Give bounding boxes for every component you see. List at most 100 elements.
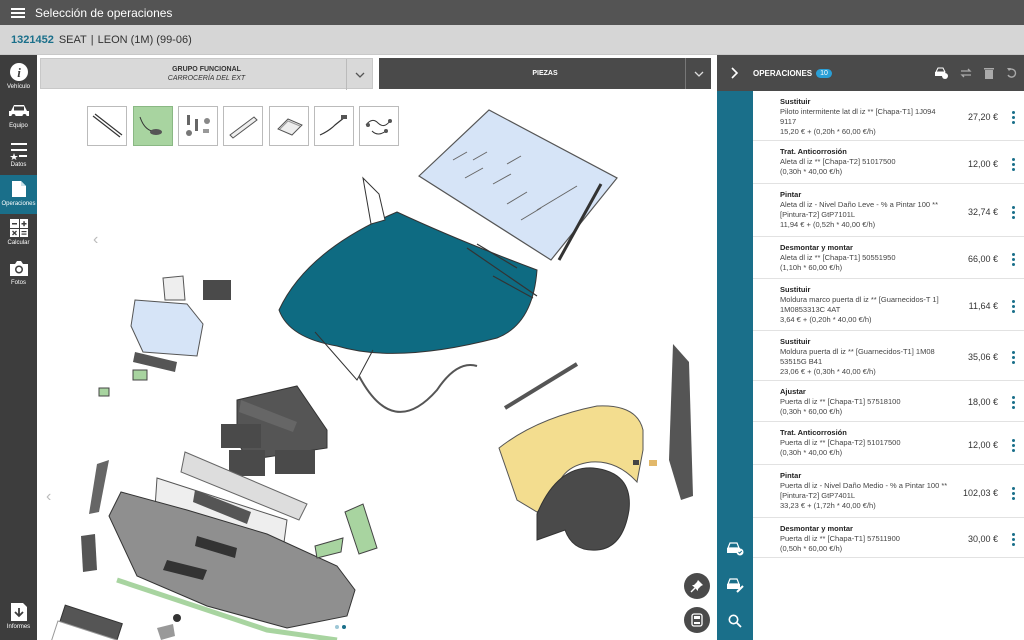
operation-calc: (0,30h * 40,00 €/h) (780, 167, 843, 176)
more-options-icon[interactable] (1010, 487, 1016, 500)
operation-desc: Puerta dl iz ** [Chapa-T2] 51017500 (780, 438, 901, 447)
camera-icon (9, 261, 28, 276)
headlight-part[interactable] (130, 299, 204, 357)
trash-icon[interactable] (984, 67, 994, 79)
operation-type: Sustituir (780, 97, 811, 106)
more-options-icon[interactable] (1010, 158, 1016, 171)
car-tools-icon (727, 578, 744, 593)
pin-icon (690, 580, 703, 593)
operations-header: OPERACIONES 10 (717, 55, 1024, 91)
nav-item-equipo[interactable]: Equipo (0, 97, 37, 136)
grupo-value: CARROCERÍA DEL EXT (167, 74, 246, 82)
operation-item[interactable]: Pintar Aleta dl iz - Nivel Daño Leve - % … (753, 184, 1024, 237)
car-tools-button[interactable] (725, 575, 745, 595)
chevron-down-icon[interactable] (685, 58, 711, 89)
operation-type: Desmontar y montar (780, 524, 853, 533)
page-title: Selección de operaciones (35, 5, 173, 20)
operation-type: Ajustar (780, 387, 806, 396)
operation-desc: Moldura puerta dl iz ** [Guarnecidos-T1]… (780, 347, 935, 366)
car-icon (8, 105, 29, 118)
left-nav: i Vehículo Equipo Datos Operaciones Calc… (0, 55, 37, 640)
more-options-icon[interactable] (1010, 351, 1016, 364)
page-dots[interactable] (335, 625, 346, 629)
chevron-down-icon[interactable] (346, 59, 372, 90)
parts-diagram[interactable] (37, 100, 717, 640)
list-star-icon (9, 143, 27, 160)
operation-desc: Puerta dl iz - Nivel Daño Medio - % a Pi… (780, 481, 948, 500)
operation-type: Pintar (780, 471, 802, 480)
nav-item-calcular[interactable]: Calcular (0, 214, 37, 253)
hamburger-menu-icon[interactable] (11, 7, 25, 18)
more-options-icon[interactable] (1010, 111, 1016, 124)
operation-item[interactable]: Desmontar y montar Aleta dl iz ** [Chapa-… (753, 237, 1024, 279)
operation-type: Sustituir (780, 337, 811, 346)
operation-item[interactable]: Sustituir Moldura marco puerta dl iz ** [… (753, 279, 1024, 331)
page-dot-active[interactable] (342, 625, 346, 629)
nav-item-datos[interactable]: Datos (0, 136, 37, 175)
grupo-funcional-dropdown[interactable]: GRUPO FUNCIONAL CARROCERÍA DEL EXT (40, 58, 373, 90)
operation-price: 18,00 € (967, 397, 998, 407)
operation-item[interactable]: Ajustar Puerta dl iz ** [Chapa-T1] 575181… (753, 381, 1024, 422)
operation-item[interactable]: Desmontar y montar Puerta dl iz ** [Chapa… (753, 518, 1024, 558)
more-options-icon[interactable] (1010, 206, 1016, 219)
operation-item[interactable]: Trat. Anticorrosión Puerta dl iz ** [Chap… (753, 422, 1024, 465)
operation-desc: Aleta dl iz ** [Chapa-T2] 51017500 (780, 157, 896, 166)
operation-desc: Aleta dl iz - Nivel Daño Leve - % a Pint… (780, 200, 938, 219)
page-dot[interactable] (335, 625, 339, 629)
more-options-icon[interactable] (1010, 533, 1016, 546)
operation-type: Pintar (780, 190, 802, 199)
pin-button[interactable] (684, 573, 710, 599)
piezas-label: PIEZAS (532, 70, 558, 77)
nav-item-fotos[interactable]: Fotos (0, 254, 37, 293)
nav-label: Vehículo (6, 84, 31, 90)
operation-item[interactable]: Pintar Puerta dl iz - Nivel Daño Medio - … (753, 465, 1024, 518)
view-car-button[interactable] (684, 607, 710, 633)
grupo-label: GRUPO FUNCIONAL (172, 65, 241, 73)
operation-calc: (1,10h * 60,00 €/h) (780, 263, 843, 272)
operations-count-badge: 10 (816, 68, 832, 78)
car-check-icon (727, 542, 744, 556)
operation-type: Trat. Anticorrosión (780, 147, 847, 156)
operation-calc: (0,30h * 60,00 €/h) (780, 407, 843, 416)
operation-calc: 23,06 € + (0,30h * 40,00 €/h) (780, 367, 876, 376)
operation-item[interactable]: Sustituir Moldura puerta dl iz ** [Guarne… (753, 331, 1024, 381)
undo-icon[interactable] (1006, 67, 1018, 79)
operation-desc: Moldura marco puerta dl iz ** [Guarnecid… (780, 295, 939, 314)
more-options-icon[interactable] (1010, 439, 1016, 452)
operation-price: 32,74 € (967, 207, 998, 217)
more-options-icon[interactable] (1010, 300, 1016, 313)
nav-label: Equipo (9, 123, 28, 129)
hood-part[interactable] (278, 211, 538, 354)
nav-item-vehiculo[interactable]: i Vehículo (0, 58, 37, 97)
search-icon (728, 614, 742, 628)
search-button[interactable] (725, 611, 745, 631)
nav-item-operaciones[interactable]: Operaciones (0, 175, 37, 214)
car-check-button[interactable] (725, 539, 745, 559)
nav-label: Operaciones (1, 201, 36, 207)
operation-item[interactable]: Trat. Anticorrosión Aleta dl iz ** [Chapa… (753, 141, 1024, 184)
more-options-icon[interactable] (1010, 396, 1016, 409)
operation-desc: Puerta dl iz ** [Chapa-T1] 57511900 (780, 534, 900, 543)
operation-price: 12,00 € (967, 440, 998, 450)
piezas-dropdown[interactable]: PIEZAS (379, 58, 711, 89)
operation-desc: Aleta dl iz ** [Chapa-T1] 50551950 (780, 253, 896, 262)
operation-calc: 15,20 € + (0,20h * 60,00 €/h) (780, 127, 876, 136)
collapse-chevron-icon[interactable] (717, 67, 753, 79)
nav-item-informes[interactable]: Informes (0, 598, 37, 637)
operation-desc: Piloto intermitente lat dl iz ** [Chapa-… (780, 107, 936, 126)
operation-calc: (0,30h * 40,00 €/h) (780, 448, 843, 457)
transfer-icon[interactable] (960, 67, 972, 79)
vehicle-make: SEAT (58, 33, 87, 46)
svg-text:i: i (17, 65, 21, 80)
operation-item[interactable]: Sustituir Piloto intermitente lat dl iz *… (753, 91, 1024, 141)
car-clock-icon[interactable] (934, 67, 948, 79)
vehicle-code[interactable]: 1321452 (11, 34, 54, 46)
operation-price: 35,06 € (967, 352, 998, 362)
operation-type: Trat. Anticorrosión (780, 428, 847, 437)
more-options-icon[interactable] (1010, 253, 1016, 266)
operations-title: OPERACIONES (753, 68, 813, 78)
operation-price: 11,64 € (968, 301, 998, 311)
main-area: GRUPO FUNCIONAL CARROCERÍA DEL EXT PIEZA… (37, 55, 717, 640)
operations-side-strip (717, 91, 753, 640)
operation-calc: 3,64 € + (0,20h * 40,00 €/h) (780, 315, 872, 324)
